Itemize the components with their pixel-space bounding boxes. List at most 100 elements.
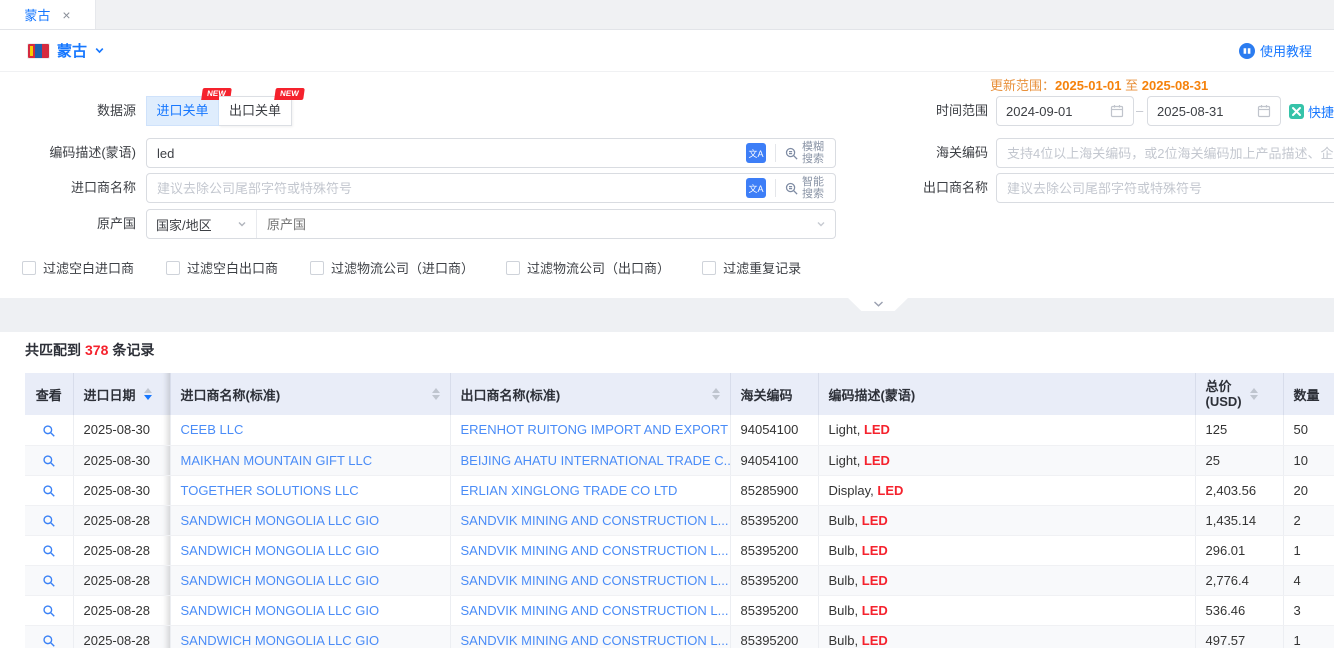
tab-export-declarations[interactable]: 出口关单 NEW — [219, 96, 292, 126]
datasource-tabs: 进口关单 NEW 出口关单 NEW — [146, 96, 292, 126]
header-exporter[interactable]: 出口商名称(标准) — [450, 373, 730, 415]
checkbox-filter-duplicates[interactable]: 过滤重复记录 — [702, 258, 801, 277]
quick-select-button[interactable]: 快捷 — [1289, 96, 1334, 126]
checkbox-filter-blank-exporter[interactable]: 过滤空白出口商 — [166, 258, 278, 277]
code-desc-input[interactable] — [147, 146, 746, 161]
tab-import-declarations[interactable]: 进口关单 NEW — [146, 96, 219, 126]
sort-icon[interactable] — [432, 388, 440, 400]
view-record-button[interactable] — [42, 604, 56, 618]
view-record-button[interactable] — [42, 514, 56, 528]
importer-link[interactable]: CEEB LLC — [181, 422, 244, 437]
importer-link[interactable]: SANDWICH MONGOLIA LLC GIO — [181, 573, 380, 588]
importer-link[interactable]: SANDWICH MONGOLIA LLC GIO — [181, 633, 380, 648]
page-title: 蒙古 — [57, 40, 87, 61]
checkbox[interactable] — [166, 261, 180, 275]
magnifier-icon — [42, 544, 56, 558]
chevron-down-icon — [237, 219, 247, 229]
header-view: 查看 — [25, 373, 73, 415]
header-total-usd[interactable]: 总价(USD) — [1195, 373, 1283, 415]
browser-tab-mongolia[interactable]: 蒙古 × — [0, 0, 96, 29]
sort-icon[interactable] — [144, 388, 152, 400]
view-record-button[interactable] — [42, 424, 56, 438]
importer-label: 进口商名称 — [0, 173, 136, 203]
chevron-down-icon[interactable] — [94, 45, 105, 56]
search-filter-panel: 更新范围：2025-01-01 至 2025-08-31 数据源 进口关单 NE… — [0, 72, 1334, 298]
importer-link[interactable]: SANDWICH MONGOLIA LLC GIO — [181, 543, 380, 558]
exporter-link[interactable]: ERLIAN XINGLONG TRADE CO LTD — [461, 483, 678, 498]
importer-link[interactable]: TOGETHER SOLUTIONS LLC — [181, 483, 359, 498]
checkbox[interactable] — [310, 261, 324, 275]
view-record-button[interactable] — [42, 544, 56, 558]
sort-icon[interactable] — [1250, 388, 1258, 400]
tutorial-link[interactable]: 使用教程 — [1239, 41, 1312, 60]
total-usd-cell: 125 — [1195, 415, 1283, 445]
total-usd-cell: 2,776.4 — [1195, 565, 1283, 595]
checkbox[interactable] — [22, 261, 36, 275]
header-hs-code: 海关编码 — [730, 373, 818, 415]
header-importer[interactable]: 进口商名称(标准) — [170, 373, 450, 415]
translate-icon[interactable]: 文A — [746, 178, 766, 198]
table-row: 2025-08-30 TOGETHER SOLUTIONS LLC ERLIAN… — [25, 475, 1334, 505]
smart-search-button[interactable]: 智能搜索 — [784, 176, 835, 200]
exporter-link[interactable]: SANDVIK MINING AND CONSTRUCTION L... — [461, 633, 729, 648]
total-usd-cell: 497.57 — [1195, 625, 1283, 648]
checkbox[interactable] — [702, 261, 716, 275]
origin-country-input[interactable] — [257, 217, 816, 232]
checkbox[interactable] — [506, 261, 520, 275]
calendar-icon — [1110, 104, 1124, 118]
date-range-separator: – — [1136, 96, 1143, 126]
update-range-text: 更新范围：2025-01-01 至 2025-08-31 — [990, 78, 1208, 94]
origin-type-select[interactable]: 国家/地区 — [147, 210, 257, 238]
checkbox-filter-logistics-importer[interactable]: 过滤物流公司（进口商） — [310, 258, 474, 277]
magnifier-icon — [42, 484, 56, 498]
exporter-link[interactable]: SANDVIK MINING AND CONSTRUCTION L... — [461, 543, 729, 558]
magnifier-icon — [42, 604, 56, 618]
exporter-link[interactable]: ERENHOT RUITONG IMPORT AND EXPORT ... — [461, 422, 731, 437]
exporter-input[interactable] — [996, 173, 1334, 203]
importer-link[interactable]: SANDWICH MONGOLIA LLC GIO — [181, 513, 380, 528]
description-cell: Display, LED — [818, 475, 1195, 505]
time-range-label: 时间范围 — [880, 96, 988, 126]
total-usd-cell: 2,403.56 — [1195, 475, 1283, 505]
importer-input[interactable] — [147, 181, 746, 196]
description-cell: Bulb, LED — [818, 625, 1195, 648]
importer-link[interactable]: SANDWICH MONGOLIA LLC GIO — [181, 603, 380, 618]
date-to-input[interactable]: 2025-08-31 — [1147, 96, 1281, 126]
chevron-down-icon — [873, 300, 884, 308]
exporter-link[interactable]: SANDVIK MINING AND CONSTRUCTION L... — [461, 513, 729, 528]
exporter-link[interactable]: SANDVIK MINING AND CONSTRUCTION L... — [461, 603, 729, 618]
translate-icon[interactable]: 文A — [746, 143, 766, 163]
date-from-input[interactable]: 2024-09-01 — [996, 96, 1134, 126]
chevron-down-icon[interactable] — [816, 219, 835, 229]
exporter-link[interactable]: BEIJING AHATU INTERNATIONAL TRADE C... — [461, 453, 731, 468]
table-row: 2025-08-28 SANDWICH MONGOLIA LLC GIO SAN… — [25, 535, 1334, 565]
code-desc-field: 文A 模糊搜索 — [146, 138, 836, 168]
new-badge: NEW — [274, 88, 304, 100]
collapse-panel-handle[interactable] — [846, 296, 910, 311]
description-cell: Bulb, LED — [818, 595, 1195, 625]
header-description: 编码描述(蒙语) — [818, 373, 1195, 415]
import-date-cell: 2025-08-28 — [73, 535, 170, 565]
header-import-date[interactable]: 进口日期 — [73, 373, 170, 415]
importer-link[interactable]: MAIKHAN MOUNTAIN GIFT LLC — [181, 453, 373, 468]
view-record-button[interactable] — [42, 634, 56, 648]
header-quantity: 数量 — [1283, 373, 1334, 415]
fuzzy-search-button[interactable]: 模糊搜索 — [784, 141, 835, 165]
description-cell: Bulb, LED — [818, 565, 1195, 595]
quantity-cell: 3 — [1283, 595, 1334, 625]
checkbox-filter-blank-importer[interactable]: 过滤空白进口商 — [22, 258, 134, 277]
view-record-button[interactable] — [42, 454, 56, 468]
checkbox-filter-logistics-exporter[interactable]: 过滤物流公司（出口商） — [506, 258, 670, 277]
origin-country-label: 原产国 — [0, 209, 136, 239]
hs-code-label: 海关编码 — [880, 138, 988, 168]
view-record-button[interactable] — [42, 484, 56, 498]
result-count: 378 — [85, 342, 108, 358]
sort-icon[interactable] — [712, 388, 720, 400]
exporter-link[interactable]: SANDVIK MINING AND CONSTRUCTION L... — [461, 573, 729, 588]
close-icon[interactable]: × — [62, 8, 70, 22]
view-record-button[interactable] — [42, 574, 56, 588]
filter-checkbox-row: 过滤空白进口商 过滤空白出口商 过滤物流公司（进口商） 过滤物流公司（出口商） … — [22, 258, 801, 277]
table-row: 2025-08-28 SANDWICH MONGOLIA LLC GIO SAN… — [25, 595, 1334, 625]
hs-code-cell: 85395200 — [730, 535, 818, 565]
hs-code-input[interactable] — [996, 138, 1334, 168]
